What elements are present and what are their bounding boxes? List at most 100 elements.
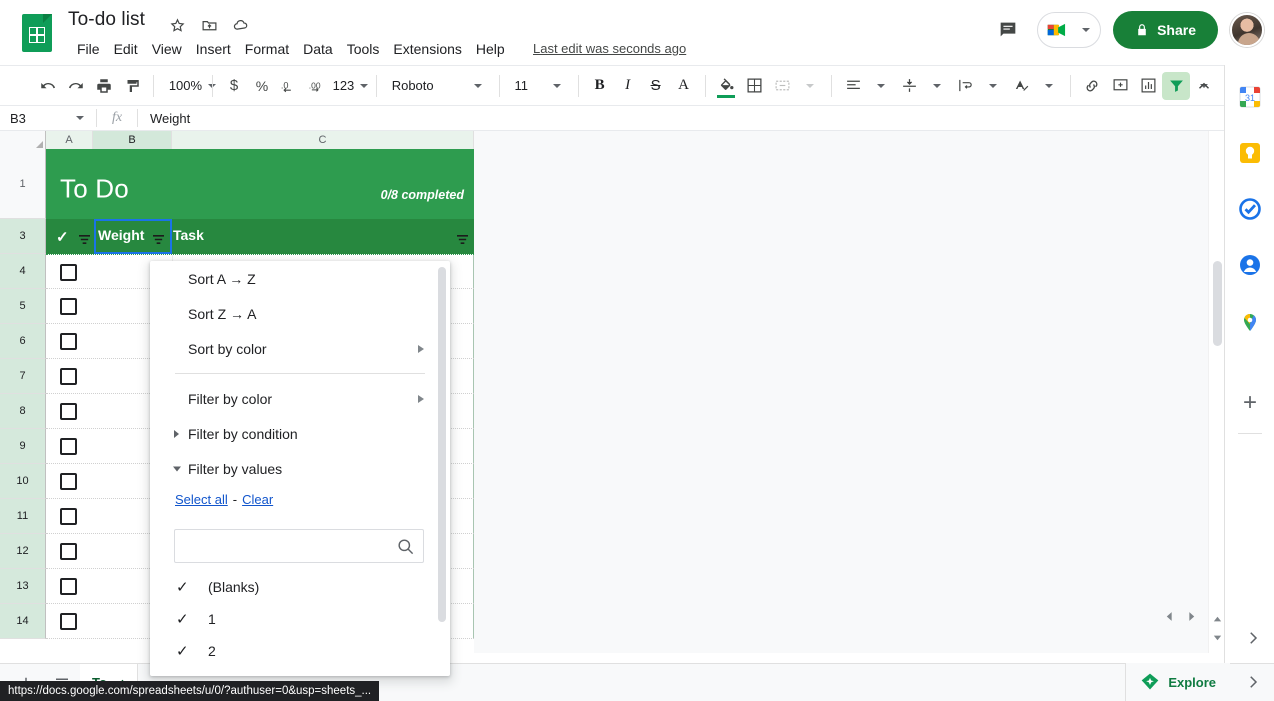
- row-header-9[interactable]: 9: [0, 429, 46, 464]
- vertical-scrollbar[interactable]: [1208, 131, 1224, 653]
- task-checkbox[interactable]: [60, 508, 77, 525]
- account-avatar[interactable]: [1230, 13, 1264, 47]
- font-size-chevron-down-icon[interactable]: [543, 72, 571, 100]
- sheet-title-band[interactable]: To Do 0/8 completed: [46, 149, 474, 219]
- task-checkbox[interactable]: [60, 578, 77, 595]
- text-wrapping-icon[interactable]: [951, 72, 979, 100]
- filter-icon-column-c[interactable]: [456, 232, 469, 250]
- name-box[interactable]: B3: [0, 105, 96, 131]
- select-all-corner[interactable]: [0, 131, 46, 149]
- insert-link-icon[interactable]: [1078, 72, 1106, 100]
- increase-decimal-icon[interactable]: .00: [304, 72, 332, 100]
- strikethrough-button[interactable]: S: [642, 72, 670, 100]
- rotation-chevron-down-icon[interactable]: [1035, 72, 1063, 100]
- insert-chart-icon[interactable]: [1134, 72, 1162, 100]
- borders-icon[interactable]: [740, 72, 768, 100]
- font-size-select[interactable]: 11: [507, 72, 543, 100]
- menu-view[interactable]: View: [145, 38, 189, 60]
- menu-edit[interactable]: Edit: [107, 38, 145, 60]
- task-checkbox[interactable]: [60, 368, 77, 385]
- filter-menu-scroll-thumb[interactable]: [438, 267, 446, 622]
- vertical-scroll-thumb[interactable]: [1213, 261, 1222, 346]
- task-checkbox[interactable]: [60, 298, 77, 315]
- menu-extensions[interactable]: Extensions: [386, 38, 468, 60]
- column-header-a[interactable]: A: [46, 131, 93, 149]
- google-calendar-icon[interactable]: 31: [1238, 85, 1262, 109]
- filter-value-row[interactable]: ✓ 3: [150, 667, 438, 676]
- expand-panel-chevron-right-icon[interactable]: [1240, 625, 1266, 651]
- menu-filter-by-values[interactable]: Filter by values: [150, 451, 450, 486]
- check-icon[interactable]: ✓: [176, 610, 190, 628]
- bold-button[interactable]: B: [586, 72, 614, 100]
- filter-icon-column-a[interactable]: [78, 232, 91, 250]
- task-checkbox[interactable]: [60, 543, 77, 560]
- undo-icon[interactable]: [34, 72, 62, 100]
- menu-insert[interactable]: Insert: [189, 38, 238, 60]
- column-header-b[interactable]: B: [93, 131, 172, 149]
- filter-value-row[interactable]: ✓ 1: [150, 603, 438, 635]
- row-header-6[interactable]: 6: [0, 324, 46, 359]
- share-button[interactable]: Share: [1113, 11, 1218, 49]
- check-icon[interactable]: ✓: [176, 642, 190, 660]
- move-to-folder-icon[interactable]: [198, 14, 220, 36]
- row-header-4[interactable]: 4: [0, 254, 46, 289]
- row-header-13[interactable]: 13: [0, 569, 46, 604]
- merge-chevron-down-icon[interactable]: [796, 72, 824, 100]
- filter-button[interactable]: [1162, 71, 1191, 100]
- filter-menu-scrollbar[interactable]: [438, 267, 446, 659]
- column-header-c[interactable]: C: [172, 131, 474, 149]
- print-icon[interactable]: [90, 72, 118, 100]
- comment-history-icon[interactable]: [991, 13, 1025, 47]
- star-icon[interactable]: [166, 14, 188, 36]
- task-checkbox[interactable]: [60, 438, 77, 455]
- valign-chevron-down-icon[interactable]: [923, 72, 951, 100]
- menu-filter-by-color[interactable]: Filter by color: [150, 381, 450, 416]
- select-all-link[interactable]: Select all: [175, 492, 228, 507]
- decrease-decimal-icon[interactable]: .0: [276, 72, 304, 100]
- add-ons-plus-icon[interactable]: +: [1238, 391, 1262, 415]
- row-header-5[interactable]: 5: [0, 289, 46, 324]
- task-checkbox[interactable]: [60, 403, 77, 420]
- check-icon[interactable]: ✓: [176, 578, 190, 596]
- row-header-8[interactable]: 8: [0, 394, 46, 429]
- redo-icon[interactable]: [62, 72, 90, 100]
- scroll-up-icon[interactable]: [1212, 612, 1223, 623]
- last-edit-status[interactable]: Last edit was seconds ago: [533, 41, 686, 56]
- menu-help[interactable]: Help: [469, 38, 512, 60]
- menu-sort-by-color[interactable]: Sort by color: [150, 331, 450, 366]
- font-family-select[interactable]: Roboto: [384, 72, 464, 100]
- check-icon[interactable]: ✓: [176, 674, 190, 676]
- menu-data[interactable]: Data: [296, 38, 340, 60]
- vertical-align-icon[interactable]: [895, 72, 923, 100]
- horizontal-align-icon[interactable]: [839, 72, 867, 100]
- filter-value-row[interactable]: ✓ (Blanks): [150, 571, 438, 603]
- row-header-12[interactable]: 12: [0, 534, 46, 569]
- insert-comment-icon[interactable]: [1106, 72, 1134, 100]
- fill-color-icon[interactable]: [712, 72, 740, 100]
- zoom-level-select[interactable]: 100%: [161, 72, 217, 100]
- grid-empty-area[interactable]: [474, 149, 1212, 653]
- google-meet-button[interactable]: [1037, 12, 1102, 48]
- scroll-left-icon[interactable]: [1163, 610, 1176, 623]
- row-header-10[interactable]: 10: [0, 464, 46, 499]
- row-header-7[interactable]: 7: [0, 359, 46, 394]
- formats-chevron-down-icon[interactable]: [360, 83, 369, 88]
- menu-sort-z-a[interactable]: Sort Z → A: [150, 296, 450, 331]
- meet-chevron-down-icon[interactable]: [1082, 28, 1091, 32]
- google-keep-icon[interactable]: [1238, 141, 1262, 165]
- task-checkbox[interactable]: [60, 264, 77, 281]
- row-header-1[interactable]: 1: [0, 149, 46, 219]
- formula-input[interactable]: Weight: [138, 111, 1274, 126]
- row-header-3[interactable]: 3: [0, 219, 46, 254]
- task-checkbox[interactable]: [60, 473, 77, 490]
- filter-search-input[interactable]: [174, 529, 424, 563]
- menu-tools[interactable]: Tools: [340, 38, 387, 60]
- name-box-chevron-down-icon[interactable]: [76, 116, 84, 120]
- google-contacts-icon[interactable]: [1238, 253, 1262, 277]
- menu-filter-by-condition[interactable]: Filter by condition: [150, 416, 450, 451]
- text-rotation-icon[interactable]: [1007, 72, 1035, 100]
- filter-value-row[interactable]: ✓ 2: [150, 635, 438, 667]
- expand-bottom-chevron-right-icon[interactable]: [1240, 669, 1266, 695]
- scroll-right-icon[interactable]: [1185, 610, 1198, 623]
- percent-format-icon[interactable]: %: [248, 72, 276, 100]
